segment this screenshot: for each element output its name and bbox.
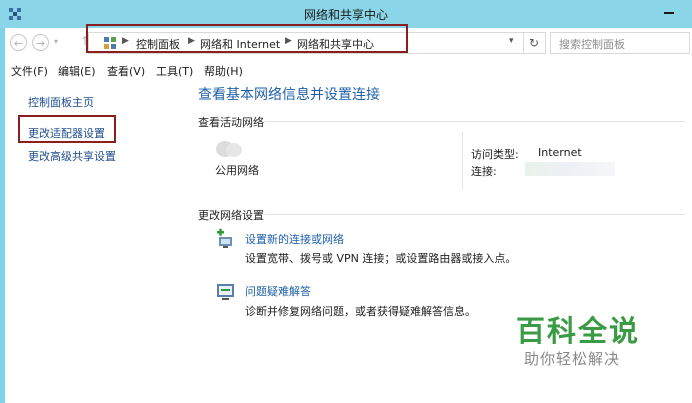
troubleshoot-icon [217,284,234,300]
troubleshoot-desc: 诊断并修复网络问题，或者获得疑难解答信息。 [245,305,476,318]
window-title: 网络和共享中心 [303,8,388,22]
change-advanced-sharing-link[interactable]: 更改高级共享设置 [28,148,116,164]
address-toolbar: ← → ▾ ↑ ▶ 控制面板 ▶ 网络和 Internet ▶ 网络和共享中心 … [5,28,692,58]
connection-label: 连接: [471,165,497,178]
minimize-button[interactable] [650,0,690,22]
section-divider [265,121,685,122]
menu-edit[interactable]: 编辑(E) [58,63,96,79]
search-input[interactable]: 搜索控制面板 [550,32,690,54]
address-dropdown-icon[interactable]: ▾ [509,36,514,46]
recent-dropdown-icon[interactable]: ▾ [54,37,58,46]
breadcrumb-network-sharing-center[interactable]: 网络和共享中心 [297,36,374,52]
network-sharing-center-window: 网络和共享中心 ← → ▾ ↑ ▶ 控制面板 ▶ 网络和 Internet ▶ … [0,0,692,403]
breadcrumb-chevron-icon: ▶ [122,36,129,46]
page-title: 查看基本网络信息并设置连接 [198,87,380,103]
menu-tools[interactable]: 工具(T) [156,63,193,79]
watermark-logo-text: 百科全说 [516,314,641,348]
menu-view[interactable]: 查看(V) [107,63,145,79]
control-panel-icon [104,37,116,49]
new-connection-icon [217,228,232,248]
access-type-label: 访问类型: [471,148,519,161]
change-network-settings-heading: 更改网络设置 [198,209,264,222]
search-placeholder: 搜索控制面板 [559,38,625,51]
breadcrumb-chevron-icon: ▶ [285,36,292,46]
active-networks-heading: 查看活动网络 [198,116,264,129]
watermark-slogan: 助你轻松解决 [524,350,621,368]
breadcrumb-network-internet[interactable]: 网络和 Internet [200,36,280,52]
refresh-icon[interactable]: ↻ [523,33,544,53]
network-name: 公用网络 [215,164,259,177]
setup-new-connection-link[interactable]: 设置新的连接或网络 [245,231,344,247]
section-divider [265,214,685,215]
setup-new-connection-desc: 设置宽带、拨号或 VPN 连接；或设置路由器或接入点。 [245,252,517,265]
forward-arrow-icon[interactable]: → [32,34,49,51]
connection-value-blurred[interactable] [525,162,615,176]
back-arrow-icon[interactable]: ← [10,34,27,51]
network-info-divider [462,132,463,190]
breadcrumb-chevron-icon: ▶ [188,36,195,46]
adapter-link-highlight-box [18,115,116,143]
menu-help[interactable]: 帮助(H) [204,63,243,79]
access-type-value: Internet [538,146,582,159]
public-network-icon [216,141,242,157]
troubleshoot-link[interactable]: 问题疑难解答 [245,283,311,299]
breadcrumb-control-panel[interactable]: 控制面板 [136,36,180,52]
menu-file[interactable]: 文件(F) [11,63,48,79]
control-panel-home-link[interactable]: 控制面板主页 [28,94,94,110]
address-box[interactable]: ▶ 控制面板 ▶ 网络和 Internet ▶ 网络和共享中心 ▾ ↻ [88,32,546,54]
menu-bar: 文件(F) 编辑(E) 查看(V) 工具(T) 帮助(H) [5,60,692,80]
title-bar: 网络和共享中心 [0,0,692,28]
